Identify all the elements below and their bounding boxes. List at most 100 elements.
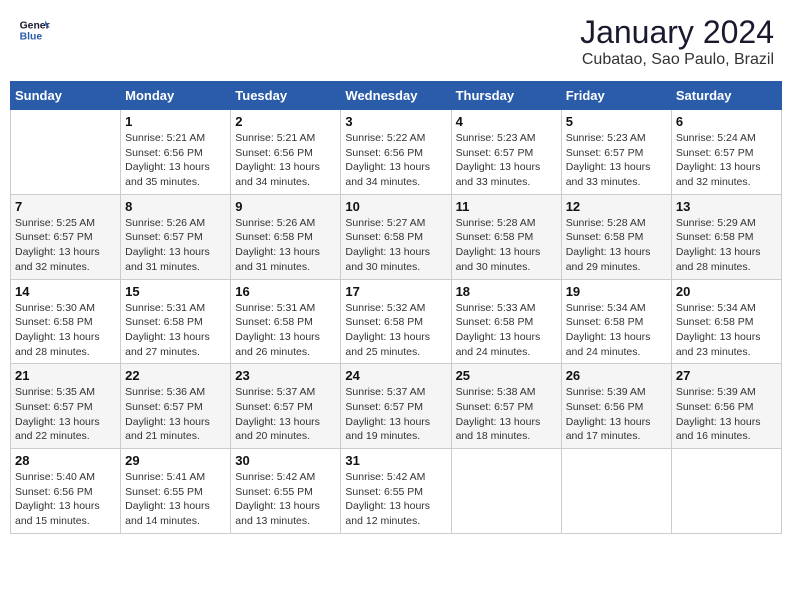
week-row-5: 28 Sunrise: 5:40 AM Sunset: 6:56 PM Dayli…	[11, 449, 782, 534]
cell-date: 21	[15, 368, 116, 383]
calendar-cell: 13 Sunrise: 5:29 AM Sunset: 6:58 PM Dayli…	[671, 194, 781, 279]
column-header-monday: Monday	[121, 82, 231, 110]
cell-date: 24	[345, 368, 446, 383]
cell-date: 29	[125, 453, 226, 468]
calendar-subtitle: Cubatao, Sao Paulo, Brazil	[580, 51, 774, 69]
cell-date: 18	[456, 284, 557, 299]
calendar-cell	[671, 449, 781, 534]
cell-date: 2	[235, 114, 336, 129]
cell-date: 17	[345, 284, 446, 299]
cell-date: 22	[125, 368, 226, 383]
cell-info: Sunrise: 5:25 AM Sunset: 6:57 PM Dayligh…	[15, 216, 116, 275]
cell-date: 1	[125, 114, 226, 129]
cell-info: Sunrise: 5:42 AM Sunset: 6:55 PM Dayligh…	[345, 470, 446, 529]
cell-info: Sunrise: 5:21 AM Sunset: 6:56 PM Dayligh…	[235, 131, 336, 190]
cell-date: 4	[456, 114, 557, 129]
calendar-cell: 16 Sunrise: 5:31 AM Sunset: 6:58 PM Dayli…	[231, 279, 341, 364]
cell-date: 16	[235, 284, 336, 299]
week-row-4: 21 Sunrise: 5:35 AM Sunset: 6:57 PM Dayli…	[11, 364, 782, 449]
calendar-cell: 9 Sunrise: 5:26 AM Sunset: 6:58 PM Daylig…	[231, 194, 341, 279]
calendar-cell: 31Sunrise: 5:42 AM Sunset: 6:55 PM Dayli…	[341, 449, 451, 534]
calendar-cell: 27Sunrise: 5:39 AM Sunset: 6:56 PM Dayli…	[671, 364, 781, 449]
cell-date: 11	[456, 199, 557, 214]
cell-info: Sunrise: 5:28 AM Sunset: 6:58 PM Dayligh…	[456, 216, 557, 275]
cell-info: Sunrise: 5:28 AM Sunset: 6:58 PM Dayligh…	[566, 216, 667, 275]
calendar-cell: 29 Sunrise: 5:41 AM Sunset: 6:55 PM Dayli…	[121, 449, 231, 534]
cell-date: 14	[15, 284, 116, 299]
calendar-cell: 3 Sunrise: 5:22 AM Sunset: 6:56 PM Daylig…	[341, 110, 451, 195]
cell-info: Sunrise: 5:23 AM Sunset: 6:57 PM Dayligh…	[566, 131, 667, 190]
cell-date: 20	[676, 284, 777, 299]
cell-info: Sunrise: 5:39 AM Sunset: 6:56 PM Dayligh…	[676, 385, 777, 444]
calendar-cell: 6 Sunrise: 5:24 AM Sunset: 6:57 PM Daylig…	[671, 110, 781, 195]
calendar-cell: 30 Sunrise: 5:42 AM Sunset: 6:55 PM Dayli…	[231, 449, 341, 534]
cell-info: Sunrise: 5:36 AM Sunset: 6:57 PM Dayligh…	[125, 385, 226, 444]
week-row-2: 7 Sunrise: 5:25 AM Sunset: 6:57 PM Daylig…	[11, 194, 782, 279]
calendar-cell: 12 Sunrise: 5:28 AM Sunset: 6:58 PM Dayli…	[561, 194, 671, 279]
column-header-sunday: Sunday	[11, 82, 121, 110]
calendar-cell: 26Sunrise: 5:39 AM Sunset: 6:56 PM Dayli…	[561, 364, 671, 449]
logo-icon: General Blue	[18, 14, 50, 46]
calendar-cell: 7 Sunrise: 5:25 AM Sunset: 6:57 PM Daylig…	[11, 194, 121, 279]
cell-date: 3	[345, 114, 446, 129]
cell-date: 26	[566, 368, 667, 383]
cell-date: 19	[566, 284, 667, 299]
cell-date: 9	[235, 199, 336, 214]
cell-date: 30	[235, 453, 336, 468]
calendar-cell: 4Sunrise: 5:23 AM Sunset: 6:57 PM Daylig…	[451, 110, 561, 195]
cell-info: Sunrise: 5:34 AM Sunset: 6:58 PM Dayligh…	[676, 301, 777, 360]
cell-info: Sunrise: 5:35 AM Sunset: 6:57 PM Dayligh…	[15, 385, 116, 444]
cell-info: Sunrise: 5:37 AM Sunset: 6:57 PM Dayligh…	[345, 385, 446, 444]
calendar-cell	[451, 449, 561, 534]
column-header-tuesday: Tuesday	[231, 82, 341, 110]
week-row-3: 14Sunrise: 5:30 AM Sunset: 6:58 PM Dayli…	[11, 279, 782, 364]
column-header-wednesday: Wednesday	[341, 82, 451, 110]
calendar-cell	[11, 110, 121, 195]
calendar-cell: 25Sunrise: 5:38 AM Sunset: 6:57 PM Dayli…	[451, 364, 561, 449]
cell-info: Sunrise: 5:22 AM Sunset: 6:56 PM Dayligh…	[345, 131, 446, 190]
calendar-cell: 2 Sunrise: 5:21 AM Sunset: 6:56 PM Daylig…	[231, 110, 341, 195]
cell-info: Sunrise: 5:33 AM Sunset: 6:58 PM Dayligh…	[456, 301, 557, 360]
column-header-thursday: Thursday	[451, 82, 561, 110]
calendar-cell: 19 Sunrise: 5:34 AM Sunset: 6:58 PM Dayli…	[561, 279, 671, 364]
cell-date: 12	[566, 199, 667, 214]
title-block: January 2024 Cubatao, Sao Paulo, Brazil	[580, 14, 774, 69]
calendar-cell: 15Sunrise: 5:31 AM Sunset: 6:58 PM Dayli…	[121, 279, 231, 364]
cell-date: 13	[676, 199, 777, 214]
calendar-cell: 10Sunrise: 5:27 AM Sunset: 6:58 PM Dayli…	[341, 194, 451, 279]
cell-info: Sunrise: 5:24 AM Sunset: 6:57 PM Dayligh…	[676, 131, 777, 190]
header-row: SundayMondayTuesdayWednesdayThursdayFrid…	[11, 82, 782, 110]
calendar-cell: 28 Sunrise: 5:40 AM Sunset: 6:56 PM Dayli…	[11, 449, 121, 534]
calendar-title: January 2024	[580, 14, 774, 51]
svg-text:Blue: Blue	[20, 32, 43, 43]
page-header: General Blue January 2024 Cubatao, Sao P…	[10, 10, 782, 73]
cell-info: Sunrise: 5:32 AM Sunset: 6:58 PM Dayligh…	[345, 301, 446, 360]
cell-info: Sunrise: 5:21 AM Sunset: 6:56 PM Dayligh…	[125, 131, 226, 190]
week-row-1: 1 Sunrise: 5:21 AM Sunset: 6:56 PM Daylig…	[11, 110, 782, 195]
cell-date: 28	[15, 453, 116, 468]
logo: General Blue	[18, 14, 50, 46]
calendar-cell: 1 Sunrise: 5:21 AM Sunset: 6:56 PM Daylig…	[121, 110, 231, 195]
cell-info: Sunrise: 5:31 AM Sunset: 6:58 PM Dayligh…	[125, 301, 226, 360]
calendar-cell: 8 Sunrise: 5:26 AM Sunset: 6:57 PM Daylig…	[121, 194, 231, 279]
calendar-cell: 23 Sunrise: 5:37 AM Sunset: 6:57 PM Dayli…	[231, 364, 341, 449]
cell-date: 8	[125, 199, 226, 214]
cell-info: Sunrise: 5:38 AM Sunset: 6:57 PM Dayligh…	[456, 385, 557, 444]
cell-info: Sunrise: 5:41 AM Sunset: 6:55 PM Dayligh…	[125, 470, 226, 529]
calendar-cell: 17 Sunrise: 5:32 AM Sunset: 6:58 PM Dayli…	[341, 279, 451, 364]
cell-date: 10	[345, 199, 446, 214]
column-header-friday: Friday	[561, 82, 671, 110]
cell-date: 7	[15, 199, 116, 214]
cell-info: Sunrise: 5:37 AM Sunset: 6:57 PM Dayligh…	[235, 385, 336, 444]
cell-date: 23	[235, 368, 336, 383]
calendar-cell: 14Sunrise: 5:30 AM Sunset: 6:58 PM Dayli…	[11, 279, 121, 364]
calendar-cell: 22 Sunrise: 5:36 AM Sunset: 6:57 PM Dayli…	[121, 364, 231, 449]
cell-date: 6	[676, 114, 777, 129]
cell-info: Sunrise: 5:31 AM Sunset: 6:58 PM Dayligh…	[235, 301, 336, 360]
cell-info: Sunrise: 5:26 AM Sunset: 6:57 PM Dayligh…	[125, 216, 226, 275]
cell-info: Sunrise: 5:26 AM Sunset: 6:58 PM Dayligh…	[235, 216, 336, 275]
cell-info: Sunrise: 5:40 AM Sunset: 6:56 PM Dayligh…	[15, 470, 116, 529]
cell-info: Sunrise: 5:29 AM Sunset: 6:58 PM Dayligh…	[676, 216, 777, 275]
cell-info: Sunrise: 5:42 AM Sunset: 6:55 PM Dayligh…	[235, 470, 336, 529]
cell-info: Sunrise: 5:34 AM Sunset: 6:58 PM Dayligh…	[566, 301, 667, 360]
